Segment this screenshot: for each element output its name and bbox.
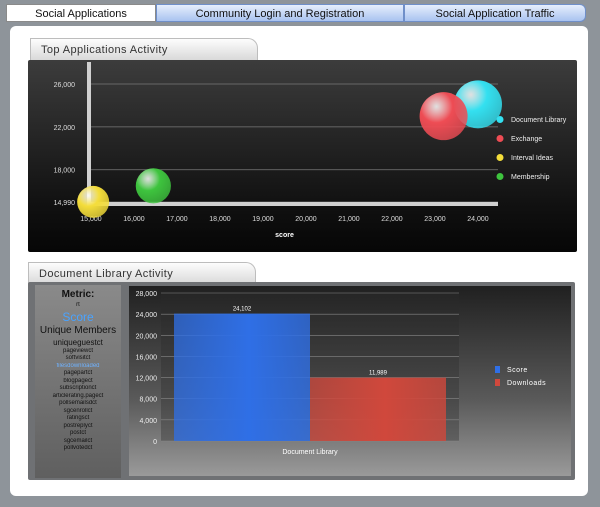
tab-social-application-traffic[interactable]: Social Application Traffic xyxy=(404,4,586,22)
bar-chart-container: 0 4,000 8,000 12,000 16,000 20,000 24,000 28,00… xyxy=(129,286,571,476)
metric-item[interactable]: filesdownloaded xyxy=(35,363,121,371)
y-tick-label: 28,000 xyxy=(136,291,158,298)
y-axis xyxy=(87,62,91,206)
legend-marker xyxy=(495,379,500,386)
legend-marker xyxy=(496,135,504,142)
metric-item[interactable]: articlerating.pagect xyxy=(35,393,121,401)
metric-item[interactable]: rt xyxy=(35,302,121,310)
metric-item[interactable]: subscriptionct xyxy=(35,385,121,393)
x-tick-label: 16,000 xyxy=(123,216,145,223)
metric-item[interactable]: blogpagect xyxy=(35,378,121,386)
metric-item[interactable]: sgcenrollct xyxy=(35,408,121,416)
tab-social-applications[interactable]: Social Applications xyxy=(6,4,156,22)
metric-item[interactable]: sgcemailct xyxy=(35,438,121,446)
bubble-chart: 14,99018,00022,00026,00015,000 16,000 17,0… xyxy=(54,62,567,239)
legend-label: Score xyxy=(507,367,528,374)
legend-label: Interval Ideas xyxy=(511,155,554,162)
bubble-membership xyxy=(135,168,171,204)
y-tick-label: 16,000 xyxy=(136,354,158,361)
x-tick-label: 20,000 xyxy=(295,216,317,223)
metric-item[interactable]: Unique Members xyxy=(35,324,121,337)
y-tick-label: 22,000 xyxy=(54,125,76,132)
metric-item[interactable]: ratingsct xyxy=(35,415,121,423)
x-axis-label: score xyxy=(275,232,294,239)
metric-item[interactable]: Score xyxy=(35,310,121,324)
bar-data-label: 24,102 xyxy=(233,307,252,313)
x-tick-label: 19,000 xyxy=(252,216,274,223)
tab-community-login-registration[interactable]: Community Login and Registration xyxy=(156,4,404,22)
bubble-exchange xyxy=(419,92,468,141)
bar-data-label: 11,989 xyxy=(369,371,388,377)
y-tick-label: 0 xyxy=(153,439,157,446)
y-tick-label: 20,000 xyxy=(136,333,158,340)
metric-title: Metric: xyxy=(61,289,95,300)
y-tick-label: 14,990 xyxy=(54,200,76,207)
bubble-interval-ideas xyxy=(77,185,110,218)
document-library-title: Document Library Activity xyxy=(28,262,256,284)
top-applications-title: Top Applications Activity xyxy=(30,38,258,60)
y-tick-label: 24,000 xyxy=(136,312,158,319)
y-tick-label: 26,000 xyxy=(54,82,76,89)
legend-label: Downloads xyxy=(507,380,546,387)
x-tick-label: 23,000 xyxy=(424,216,446,223)
y-tick-label: 4,000 xyxy=(139,418,157,425)
x-category-label: Document Library xyxy=(282,449,338,456)
legend-marker xyxy=(496,173,504,180)
legend-marker xyxy=(496,154,504,161)
metric-item[interactable]: uniqueguestct xyxy=(35,337,121,348)
metric-item[interactable]: postct xyxy=(35,430,121,438)
metric-item[interactable]: pollsemailsdct xyxy=(35,400,121,408)
bar-score xyxy=(174,313,310,441)
x-tick-label: 22,000 xyxy=(381,216,403,223)
bubble-chart-container: 14,990 18,000 22,000 26,000 15,000 16,000 17,0… xyxy=(28,60,577,252)
legend-label: Membership xyxy=(511,174,550,181)
metric-list: rt Score Unique Members uniqueguestct pagevi… xyxy=(35,302,121,453)
legend-label: Exchange xyxy=(511,136,542,143)
metric-panel: Metric: rt Score Unique Members uniqueguest… xyxy=(35,285,121,478)
x-tick-label: 17,000 xyxy=(166,216,188,223)
x-tick-label: 18,000 xyxy=(209,216,231,223)
legend-marker xyxy=(495,366,500,373)
metric-item[interactable]: pageviewct xyxy=(35,348,121,356)
tab-bar: Social Applications Community Login and … xyxy=(6,4,586,22)
metric-item[interactable]: pagepartct xyxy=(35,370,121,378)
bar-chart: 0 4,000 8,000 12,000 16,000 20,000 24,000 28,00… xyxy=(136,291,546,456)
x-tick-label: 21,000 xyxy=(338,216,360,223)
y-tick-label: 12,000 xyxy=(136,376,158,383)
legend-label: Document Library xyxy=(511,117,567,124)
y-tick-label: 18,000 xyxy=(54,168,76,175)
metric-item[interactable]: pollvotedct xyxy=(35,445,121,453)
bar-downloads xyxy=(310,377,446,441)
metric-item[interactable]: softvisitct xyxy=(35,355,121,363)
y-tick-label: 8,000 xyxy=(139,397,157,404)
metric-item[interactable]: postreplyct xyxy=(35,423,121,431)
x-tick-label: 24,000 xyxy=(467,216,489,223)
legend-marker xyxy=(496,116,504,123)
